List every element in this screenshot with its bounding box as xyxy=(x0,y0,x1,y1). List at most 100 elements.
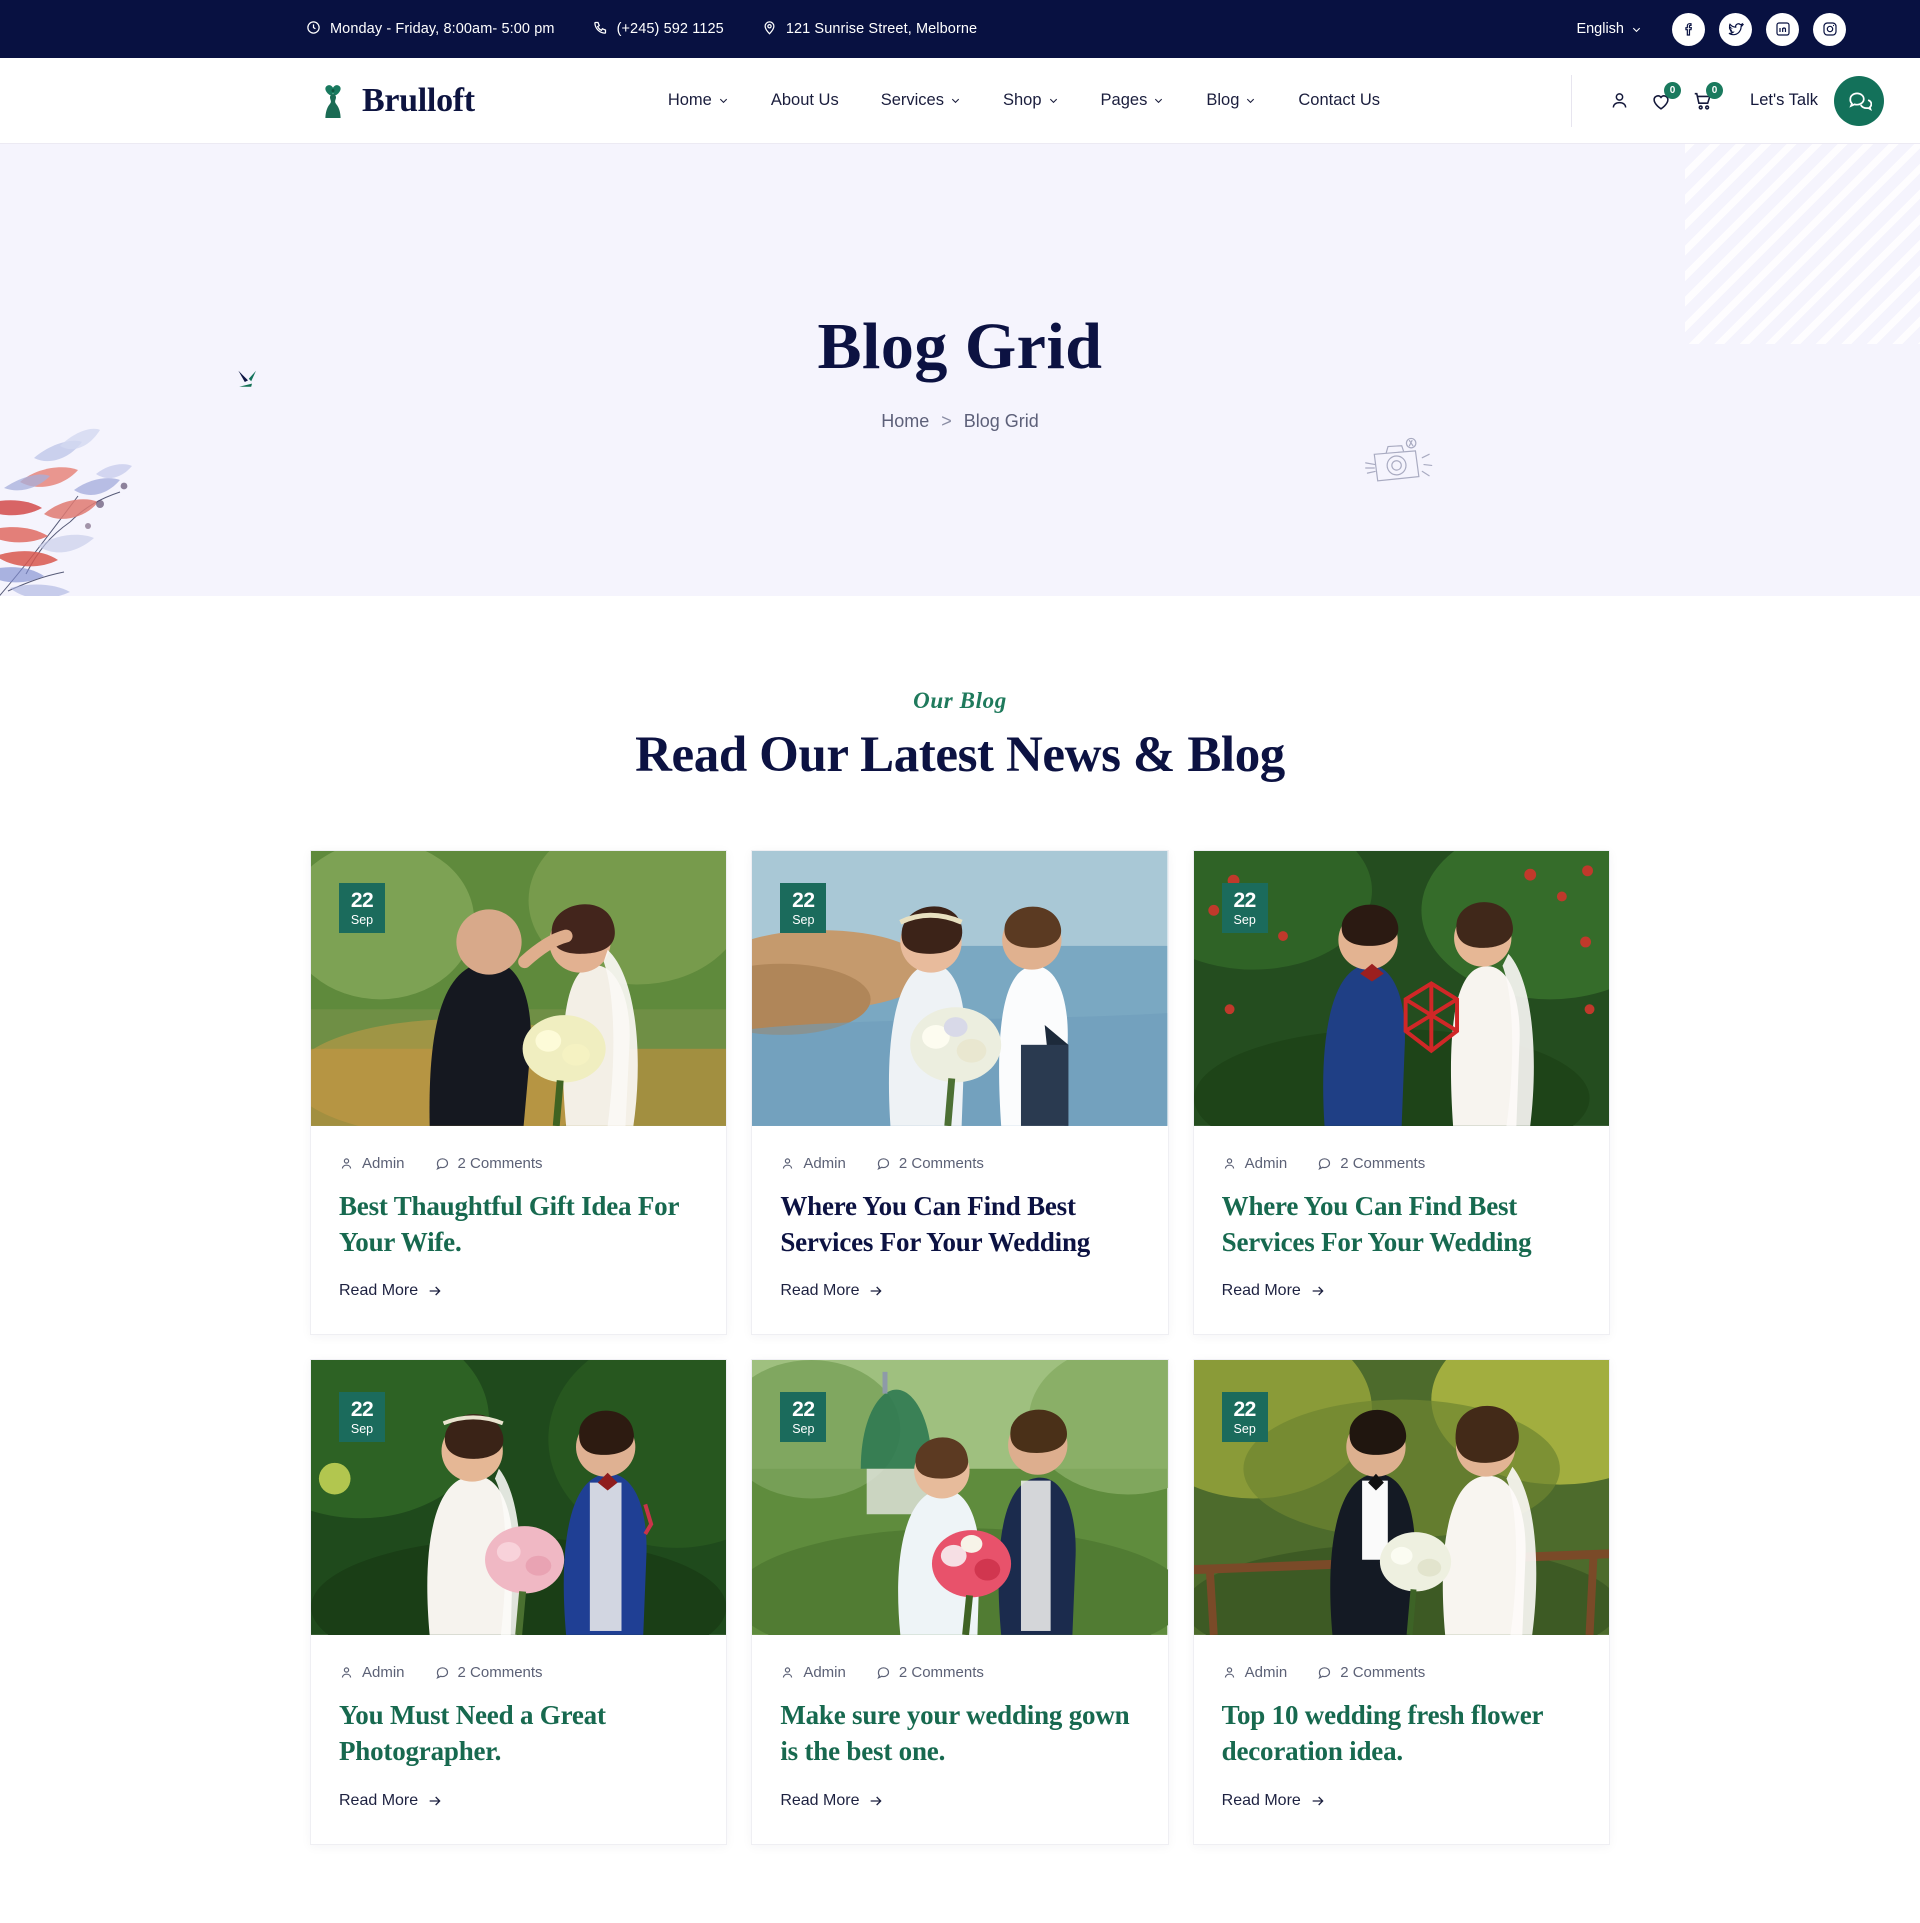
chat-button[interactable] xyxy=(1834,75,1884,126)
post-author-name: Admin xyxy=(1244,1155,1288,1172)
chevron-down-icon xyxy=(1049,98,1057,104)
nav-item-services[interactable]: Services xyxy=(860,91,982,110)
post-date-month: Sep xyxy=(350,912,374,927)
nav-item-blog[interactable]: Blog xyxy=(1185,91,1277,110)
comment-icon xyxy=(1318,1158,1331,1171)
post-author[interactable]: Admin xyxy=(1222,1664,1287,1681)
post-date-month: Sep xyxy=(1233,912,1256,927)
post-author[interactable]: Admin xyxy=(780,1664,846,1681)
post-date-day: 22 xyxy=(792,888,815,912)
post-date-month: Sep xyxy=(350,1422,374,1436)
wishlist-count-badge: 0 xyxy=(1664,81,1682,99)
post-comments[interactable]: 2 Comments xyxy=(876,1664,984,1681)
blog-card-image[interactable]: 22 Sep xyxy=(752,1360,1168,1638)
nav-item-shop[interactable]: Shop xyxy=(982,91,1080,110)
arrow-right-icon xyxy=(871,1796,883,1805)
social-link-facebook[interactable] xyxy=(1672,12,1705,46)
blog-card[interactable]: 22 Sep Admin 2 Comments Where You Can Fi… xyxy=(1192,850,1610,1336)
lets-talk-label: Let's Talk xyxy=(1750,91,1818,109)
blog-card[interactable]: 22 Sep Admin 2 Comments You Must Need a … xyxy=(310,1359,728,1845)
comment-icon xyxy=(877,1158,889,1171)
social-link-linkedin[interactable] xyxy=(1766,12,1799,46)
linkedin-icon xyxy=(1775,22,1790,36)
nav-item-pages[interactable]: Pages xyxy=(1080,91,1186,110)
nav-item-contact-us[interactable]: Contact Us xyxy=(1277,91,1401,110)
read-more-link[interactable]: Read More xyxy=(339,1792,443,1810)
post-title[interactable]: You Must Need a Great Photographer. xyxy=(339,1698,698,1769)
post-date-badge: 22 Sep xyxy=(780,883,827,933)
blog-card[interactable]: 22 Sep Admin 2 Comments Make sure your w… xyxy=(751,1359,1169,1845)
social-link-twitter[interactable] xyxy=(1719,12,1752,46)
comment-icon xyxy=(1318,1667,1331,1680)
read-more-label: Read More xyxy=(1221,1791,1301,1809)
post-comments[interactable]: 2 Comments xyxy=(1317,1155,1425,1172)
post-title[interactable]: Top 10 wedding fresh flower decoration i… xyxy=(1222,1698,1581,1769)
read-more-label: Read More xyxy=(339,1791,419,1809)
read-more-link[interactable]: Read More xyxy=(1222,1282,1326,1300)
brand-logo[interactable]: Brulloft xyxy=(314,80,475,122)
blog-card[interactable]: 22 Sep Admin 2 Comments Best Thaughtful … xyxy=(310,850,728,1336)
blog-card-image[interactable]: 22 Sep xyxy=(311,851,727,1129)
floral-watercolor-decoration xyxy=(0,428,132,596)
read-more-link[interactable]: Read More xyxy=(780,1792,884,1810)
location-pin-icon xyxy=(762,20,777,39)
blog-card-image[interactable]: 22 Sep xyxy=(311,1360,727,1638)
post-comments-count: 2 Comments xyxy=(457,1155,543,1172)
post-comments[interactable]: 2 Comments xyxy=(1317,1664,1425,1681)
post-comments[interactable]: 2 Comments xyxy=(876,1155,984,1172)
nav-item-home[interactable]: Home xyxy=(647,91,750,110)
post-comments-count: 2 Comments xyxy=(1340,1664,1426,1682)
post-title[interactable]: Where You Can Find Best Services For You… xyxy=(780,1189,1139,1260)
phone-icon xyxy=(593,20,608,39)
post-date-day: 22 xyxy=(1233,888,1256,912)
post-author-name: Admin xyxy=(362,1155,405,1172)
post-date-day: 22 xyxy=(1233,1398,1256,1421)
nav-label-shop: Shop xyxy=(1003,91,1042,109)
read-more-link[interactable]: Read More xyxy=(339,1282,443,1300)
user-icon xyxy=(783,1158,793,1169)
address-text: 121 Sunrise Street, Melborne xyxy=(785,21,978,37)
nav-item-about-us[interactable]: About Us xyxy=(750,91,860,110)
post-author[interactable]: Admin xyxy=(780,1155,846,1172)
post-author[interactable]: Admin xyxy=(1222,1155,1288,1172)
nav-label-pages: Pages xyxy=(1100,91,1148,109)
wishlist-button[interactable]: 0 xyxy=(1640,80,1682,122)
opening-hours-text: Monday - Friday, 8:00am- 5:00 pm xyxy=(330,21,555,37)
post-comments[interactable]: 2 Comments xyxy=(435,1155,543,1172)
post-title[interactable]: Where You Can Find Best Services For You… xyxy=(1222,1189,1581,1260)
post-author[interactable]: Admin xyxy=(339,1664,405,1681)
chat-bubbles-icon xyxy=(1849,92,1872,111)
user-icon xyxy=(341,1158,352,1169)
read-more-link[interactable]: Read More xyxy=(1222,1792,1326,1810)
user-icon xyxy=(783,1667,793,1678)
hero-stripe-decoration xyxy=(1685,144,1920,344)
breadcrumb-home-link[interactable]: Home xyxy=(881,411,929,432)
arrow-right-icon xyxy=(1312,1796,1324,1805)
read-more-link[interactable]: Read More xyxy=(780,1282,884,1300)
social-link-instagram[interactable] xyxy=(1813,12,1846,46)
account-button[interactable] xyxy=(1598,80,1640,122)
breadcrumb-separator: > xyxy=(941,410,952,431)
post-author-name: Admin xyxy=(362,1664,405,1682)
blog-card-image[interactable]: 22 Sep xyxy=(1193,1360,1609,1638)
opening-hours: Monday - Friday, 8:00am- 5:00 pm xyxy=(306,20,555,39)
comment-icon xyxy=(877,1667,889,1680)
user-icon xyxy=(1224,1667,1234,1678)
post-date-day: 22 xyxy=(350,1398,374,1421)
post-title[interactable]: Make sure your wedding gown is the best … xyxy=(780,1698,1139,1769)
blog-card[interactable]: 22 Sep Admin 2 Comments Where You Can Fi… xyxy=(751,850,1169,1336)
phone-number-text: (+245) 592 1125 xyxy=(616,21,724,37)
cart-button[interactable]: 0 xyxy=(1682,80,1724,122)
chevron-down-icon xyxy=(1155,98,1163,104)
instagram-icon xyxy=(1822,22,1837,36)
blog-card-image[interactable]: 22 Sep xyxy=(752,851,1168,1129)
blog-card-image[interactable]: 22 Sep xyxy=(1193,851,1609,1129)
post-author[interactable]: Admin xyxy=(339,1155,405,1172)
post-comments[interactable]: 2 Comments xyxy=(435,1664,543,1681)
post-title[interactable]: Best Thaughtful Gift Idea For Your Wife. xyxy=(339,1189,698,1260)
phone-number[interactable]: (+245) 592 1125 xyxy=(593,20,724,39)
post-meta: Admin 2 Comments xyxy=(339,1155,698,1172)
blog-card[interactable]: 22 Sep Admin 2 Comments Top 10 wedding f… xyxy=(1192,1359,1610,1845)
post-author-name: Admin xyxy=(803,1664,846,1682)
language-selector[interactable]: English xyxy=(1576,21,1642,37)
